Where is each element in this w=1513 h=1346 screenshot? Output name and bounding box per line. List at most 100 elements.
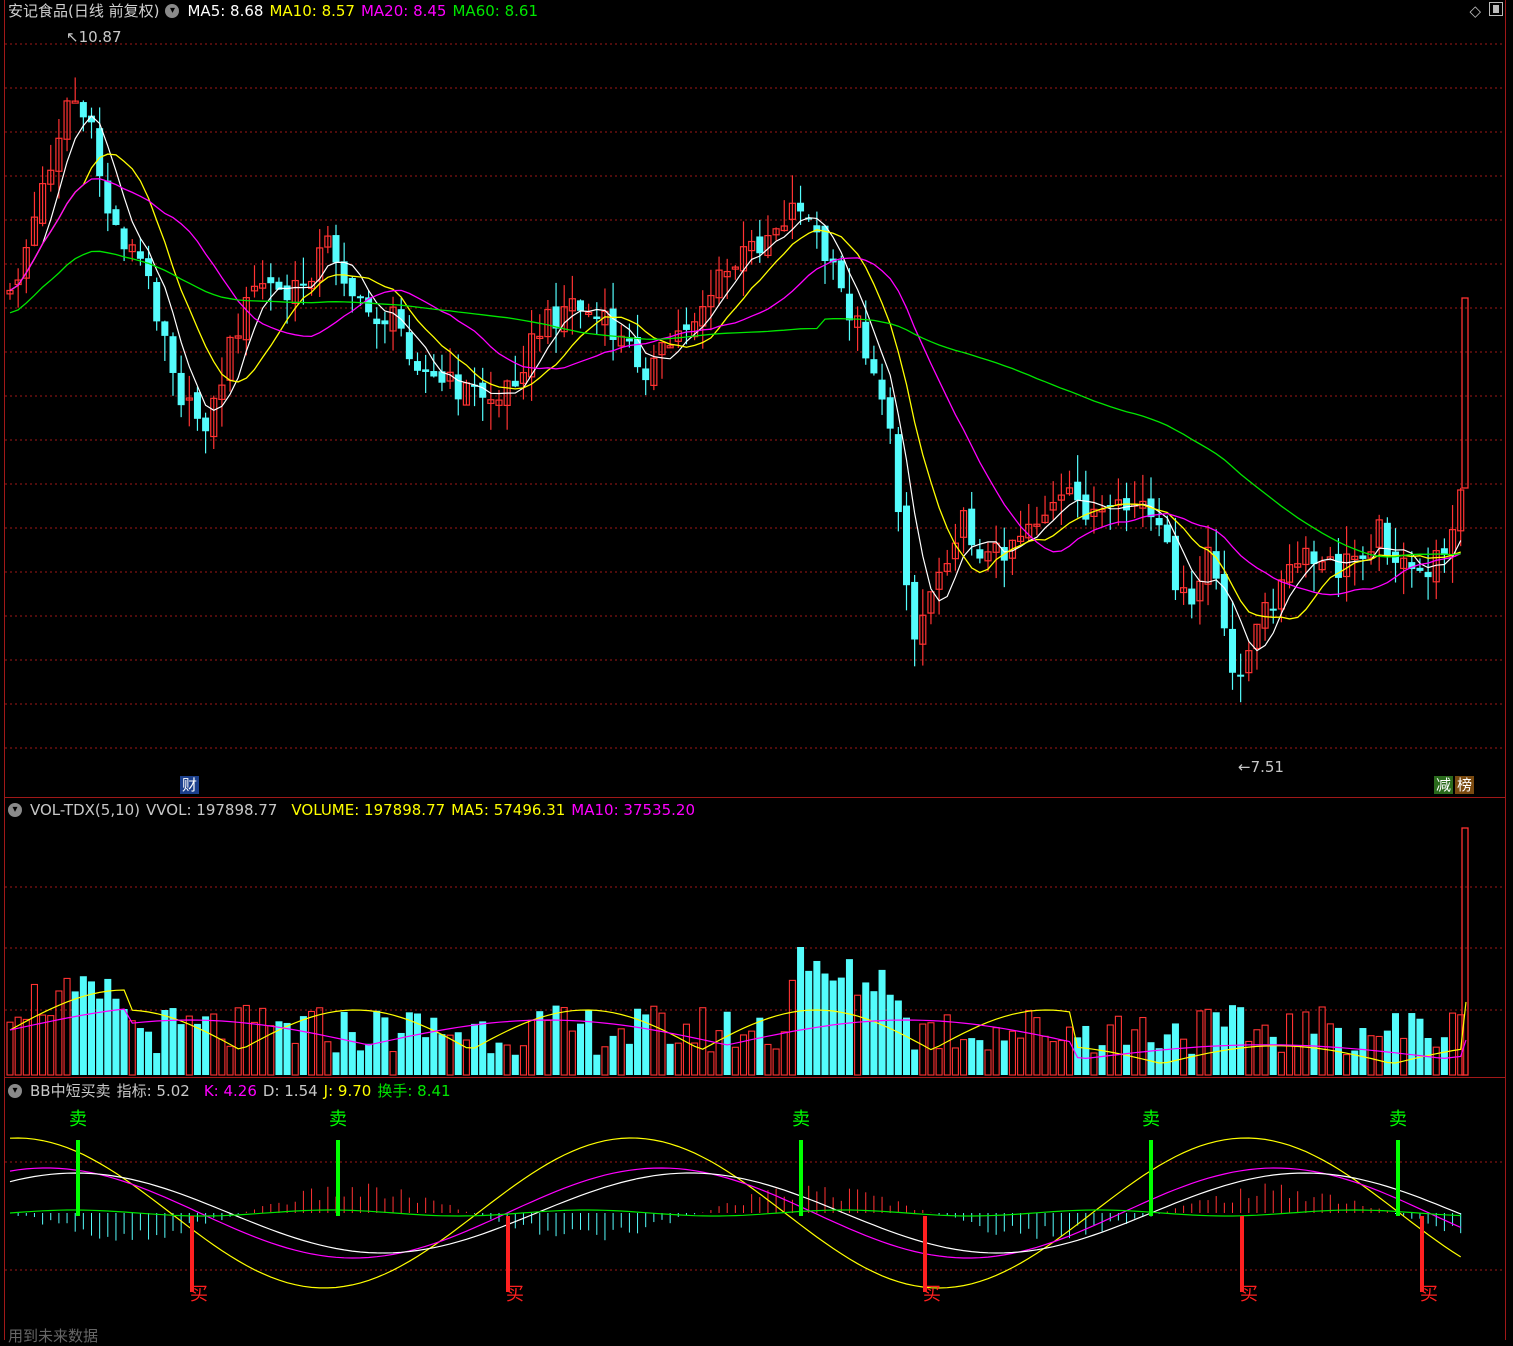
volume-bar: [1432, 1046, 1440, 1076]
candle-body: [193, 392, 201, 419]
candle-body: [422, 369, 430, 372]
volume-bar: [552, 1005, 560, 1075]
volume-bar: [1123, 1044, 1131, 1075]
volume-bar: [951, 1047, 959, 1076]
candle-body: [1229, 628, 1236, 673]
volume-bar: [894, 1000, 902, 1075]
volume-bar: [1114, 1015, 1122, 1076]
volume-bar: [291, 1042, 299, 1076]
volume-bar: [536, 1011, 544, 1075]
volume-bar: [30, 983, 39, 1076]
volume-bar: [756, 1017, 764, 1075]
volume-bar: [1269, 1036, 1277, 1075]
volume-bar: [1261, 1024, 1269, 1076]
volume-bar: [438, 1034, 446, 1075]
buy-signal-label: 买: [1420, 1284, 1438, 1305]
volume-bar: [218, 1038, 226, 1076]
candle-body: [348, 278, 356, 297]
candle-body: [1237, 674, 1245, 677]
volume-bar: [1033, 1017, 1041, 1076]
candle-body: [153, 282, 161, 322]
volume-bar: [1155, 1048, 1163, 1075]
volume-bar: [136, 1028, 144, 1075]
volume-bar: [715, 1030, 723, 1076]
chart-canvas[interactable]: ↖10.87 ←7.51 卖 卖 卖 卖 卖买 买 买 买 买: [0, 0, 1513, 1340]
volume-bar: [870, 991, 878, 1075]
volume-bar: [1359, 1028, 1367, 1075]
candle-body: [96, 128, 104, 177]
volume-bar: [903, 1017, 910, 1075]
volume-bar: [748, 1030, 756, 1076]
volume-bar: [1074, 1037, 1082, 1075]
volume-bar: [177, 1024, 185, 1075]
volume-bar: [1343, 1054, 1351, 1076]
volume-bar: [1302, 1011, 1310, 1076]
volume-bar: [250, 1021, 259, 1076]
volume-bar: [324, 1041, 332, 1076]
candle-body: [161, 321, 169, 336]
volume-bar: [1049, 1041, 1057, 1076]
volume-bar: [959, 1039, 968, 1076]
volume-bar: [1375, 1035, 1383, 1076]
volume-bar: [723, 1011, 731, 1075]
volume-bar: [316, 1007, 324, 1076]
candle-body: [332, 235, 340, 263]
volume-bar: [528, 1019, 536, 1076]
volume-bar: [22, 1018, 30, 1076]
volume-bar: [471, 1023, 479, 1075]
volume-bar: [242, 1004, 250, 1076]
volume-bar: [1065, 1026, 1074, 1076]
volume-bar: [511, 1054, 519, 1075]
candle-body: [479, 382, 487, 398]
price-low-mark: ←7.51: [1238, 758, 1284, 776]
candle-body: [642, 368, 650, 381]
volume-bar: [992, 1027, 1000, 1076]
volume-bar: [984, 1049, 992, 1076]
ma5-line: [9, 115, 1462, 652]
volume-bar: [935, 1048, 943, 1076]
volume-bar: [585, 1010, 593, 1075]
volume-bar: [332, 1052, 340, 1075]
volume-bar: [560, 1006, 568, 1076]
volume-bar: [299, 1016, 307, 1075]
candle-body: [373, 318, 381, 325]
volume-bar: [976, 1040, 984, 1075]
volume-bar: [601, 1046, 609, 1076]
candle-body: [169, 336, 177, 373]
candle-body: [968, 508, 976, 546]
candle-body: [430, 371, 438, 377]
ma10-line: [9, 153, 1461, 620]
candle-body: [862, 321, 870, 359]
candle-body: [1188, 588, 1196, 605]
volume-bar: [161, 1009, 169, 1075]
candle-body: [894, 434, 902, 513]
volume-bar: [226, 1045, 234, 1076]
volume-bar: [96, 998, 104, 1075]
candle-body: [356, 296, 364, 299]
volume-bar: [845, 959, 853, 1075]
volume-bar: [503, 1044, 511, 1076]
buy-signal-label: 买: [190, 1284, 208, 1305]
buy-signal-label: 买: [506, 1284, 524, 1305]
volume-bar: [1090, 1052, 1098, 1076]
volume-bar: [283, 1022, 291, 1075]
volume-bar: [307, 1010, 316, 1076]
ma20-line: [9, 178, 1461, 596]
volume-bar: [259, 1007, 267, 1076]
candle-body: [1359, 555, 1367, 559]
candle-body: [870, 359, 878, 374]
candle-body: [1310, 551, 1318, 565]
candle-body: [454, 374, 462, 400]
volume-bar: [1310, 1033, 1318, 1075]
volume-bar: [568, 1030, 576, 1076]
price-high-mark: ↖10.87: [66, 28, 122, 46]
candle-body: [1171, 535, 1179, 591]
volume-bar: [55, 990, 63, 1076]
volume-bar: [495, 1042, 503, 1075]
candle-body: [145, 258, 153, 277]
candle-body: [136, 251, 144, 259]
volume-bar: [519, 1045, 528, 1076]
volume-bar: [210, 1013, 218, 1076]
volume-bar: [234, 1007, 242, 1076]
volume-bar: [381, 1017, 389, 1075]
